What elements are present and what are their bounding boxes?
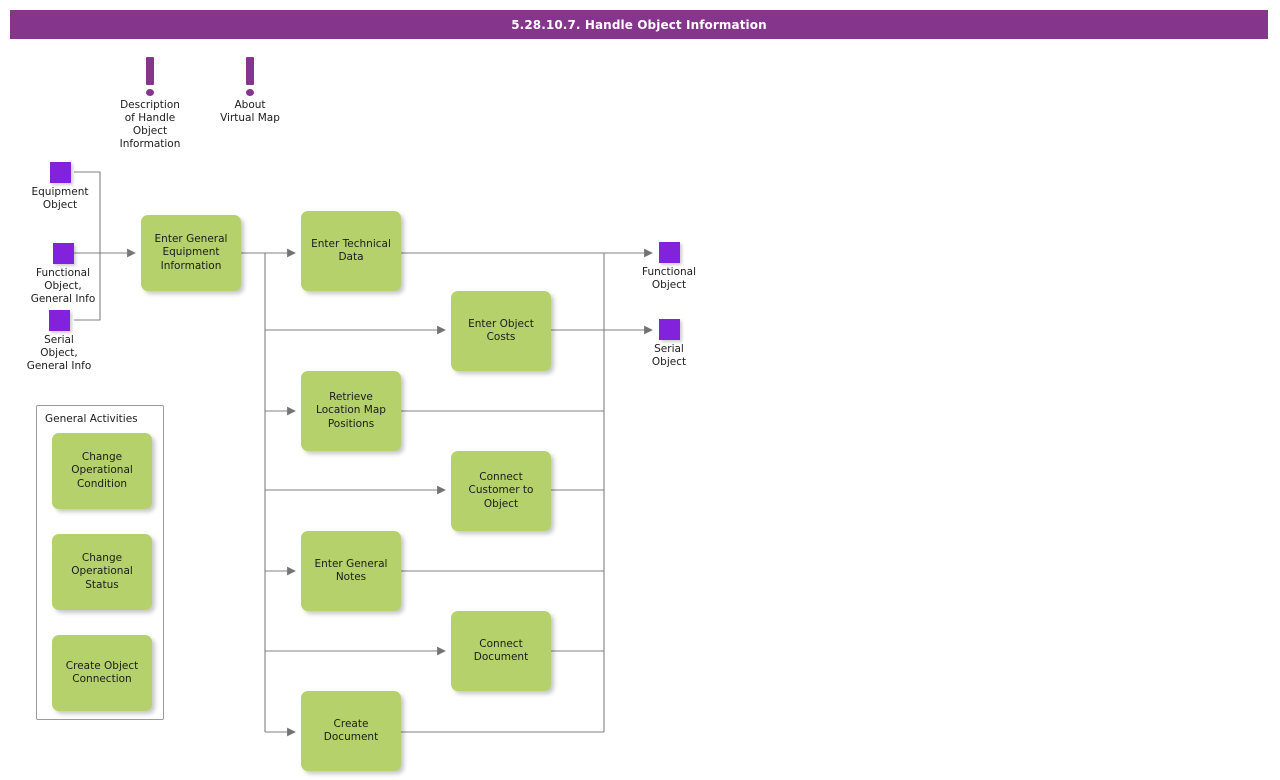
- activity-change-operational-condition[interactable]: Change Operational Condition: [52, 433, 152, 509]
- page-title: 5.28.10.7. Handle Object Information: [511, 17, 767, 32]
- exclamation-icon: [144, 57, 156, 97]
- activity-label: Create Object Connection: [65, 659, 139, 686]
- activity-change-operational-status[interactable]: Change Operational Status: [52, 534, 152, 610]
- object-square-icon: [658, 319, 680, 340]
- object-square-icon: [48, 310, 70, 331]
- activity-label: Change Operational Condition: [71, 450, 133, 490]
- activity-label: Enter Technical Data: [311, 237, 391, 264]
- activity-label: Create Document: [323, 717, 379, 744]
- object-square-icon: [52, 243, 74, 264]
- activity-enter-general-equipment-information[interactable]: Enter General Equipment Information: [141, 215, 241, 291]
- diagram-canvas: 5.28.10.7. Handle Object Information Des…: [0, 0, 1280, 780]
- activity-enter-general-notes[interactable]: Enter General Notes: [301, 531, 401, 611]
- activity-label: Enter General Equipment Information: [154, 232, 228, 272]
- object-square-icon: [49, 162, 71, 183]
- activity-label: Connect Document: [473, 637, 529, 664]
- general-activities-title: General Activities: [45, 413, 138, 425]
- object-label: Functional Object, General Info: [30, 267, 96, 305]
- activity-label: Connect Customer to Object: [468, 470, 534, 510]
- activity-create-object-connection[interactable]: Create Object Connection: [52, 635, 152, 711]
- activity-connect-document[interactable]: Connect Document: [451, 611, 551, 691]
- input-object-functional-object-general-info[interactable]: Functional Object, General Info: [28, 243, 98, 306]
- activity-connect-customer-to-object[interactable]: Connect Customer to Object: [451, 451, 551, 531]
- output-object-serial-object[interactable]: Serial Object: [634, 319, 704, 369]
- activity-label: Change Operational Status: [71, 551, 133, 591]
- activity-retrieve-location-map-positions[interactable]: Retrieve Location Map Positions: [301, 371, 401, 451]
- activity-label: Enter Object Costs: [468, 317, 534, 344]
- object-label: Functional Object: [641, 266, 696, 291]
- input-object-equipment-object[interactable]: Equipment Object: [25, 162, 95, 212]
- input-object-serial-object-general-info[interactable]: Serial Object, General Info: [24, 310, 94, 373]
- general-activities-group: General Activities Change Operational Co…: [36, 405, 164, 720]
- activity-enter-object-costs[interactable]: Enter Object Costs: [451, 291, 551, 371]
- object-label: Serial Object, General Info: [26, 334, 92, 372]
- activity-label: Retrieve Location Map Positions: [316, 390, 386, 430]
- note-label: About Virtual Map: [220, 99, 280, 124]
- exclamation-icon: [244, 57, 256, 97]
- page-title-bar: 5.28.10.7. Handle Object Information: [10, 10, 1268, 39]
- object-label: Equipment Object: [31, 186, 89, 211]
- activity-label: Enter General Notes: [314, 557, 388, 584]
- output-object-functional-object[interactable]: Functional Object: [634, 242, 704, 292]
- note-label: Description of Handle Object Information: [119, 99, 181, 150]
- note-about-virtual-map[interactable]: About Virtual Map: [190, 57, 310, 125]
- object-square-icon: [658, 242, 680, 263]
- object-label: Serial Object: [651, 343, 687, 368]
- activity-enter-technical-data[interactable]: Enter Technical Data: [301, 211, 401, 291]
- activity-create-document[interactable]: Create Document: [301, 691, 401, 771]
